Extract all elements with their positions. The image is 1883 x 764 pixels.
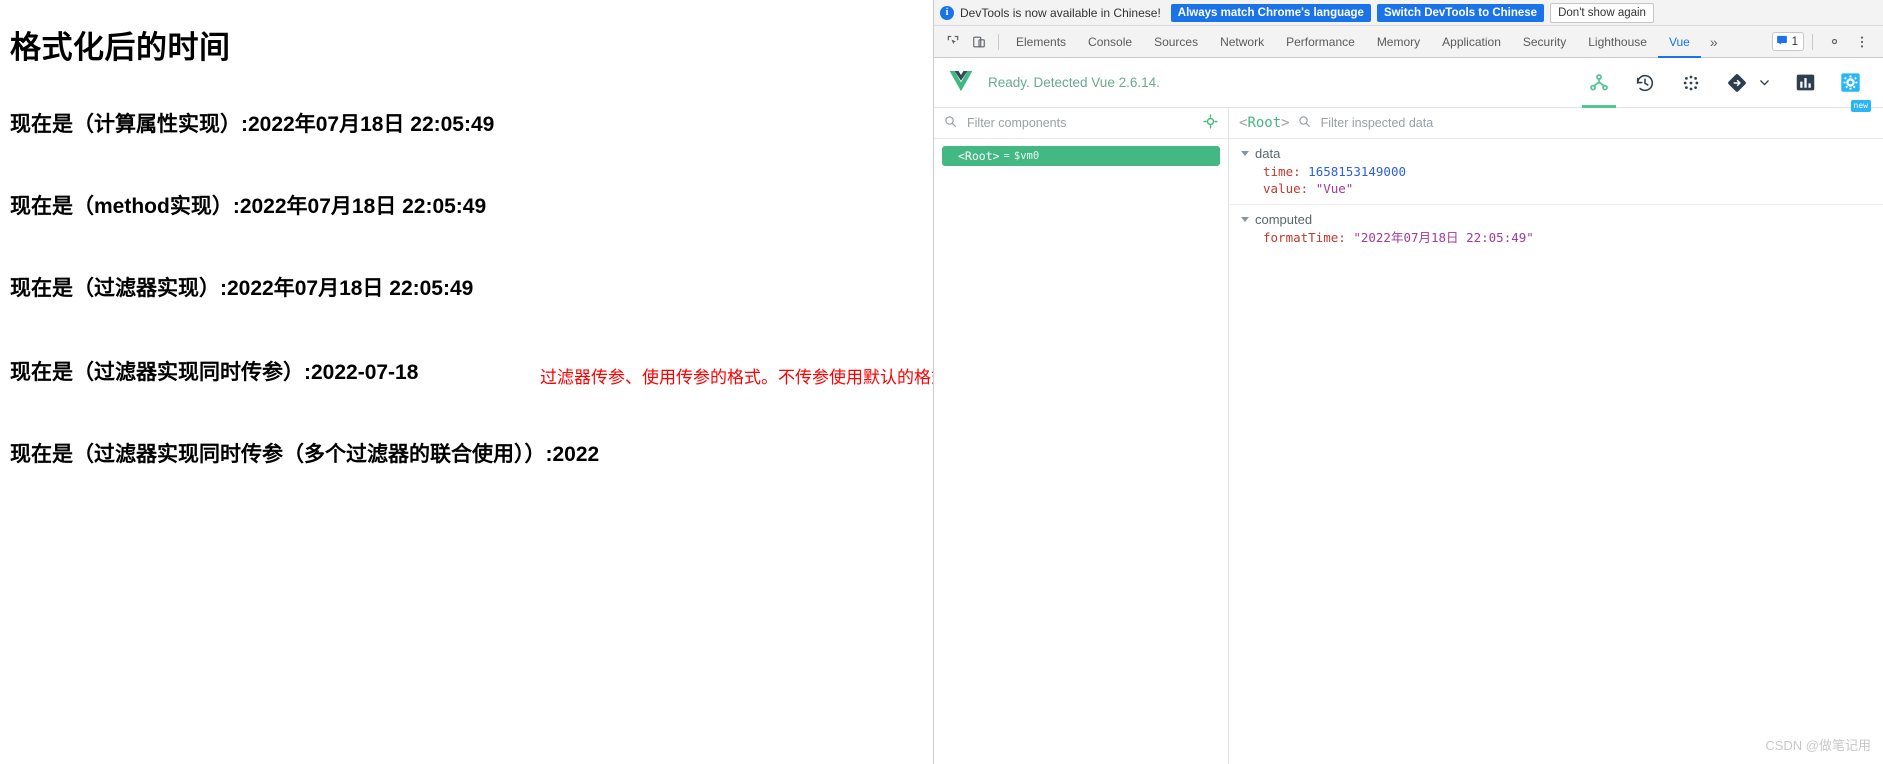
tree-node-tag: <Root> xyxy=(958,149,1000,163)
settings-gear-icon[interactable]: new xyxy=(1840,58,1871,112)
vue-status-text: Ready. Detected Vue 2.6.14. xyxy=(988,75,1160,90)
state-group-data-header[interactable]: data xyxy=(1229,144,1883,163)
component-filter-row xyxy=(934,108,1228,139)
component-tree-list: <Root> = $vm0 xyxy=(934,139,1228,764)
tab-network[interactable]: Network xyxy=(1209,26,1275,58)
component-filter-input[interactable] xyxy=(965,115,1195,131)
inspector-pane: <Root> data time: 1658153149000 xyxy=(1229,108,1883,764)
toolbar-divider-right xyxy=(1812,33,1813,50)
chrome-devtools-panel: i DevTools is now available in Chinese! … xyxy=(933,0,1883,764)
state-key-value: value xyxy=(1263,181,1301,196)
message-icon xyxy=(1776,34,1788,49)
devtools-language-notification: i DevTools is now available in Chinese! … xyxy=(934,0,1883,26)
tab-lighthouse[interactable]: Lighthouse xyxy=(1577,26,1658,58)
vue-devtools-body: <Root> = $vm0 <Root> data xyxy=(934,108,1883,764)
devtools-toolbar: Elements Console Sources Network Perform… xyxy=(934,26,1883,58)
new-badge: new xyxy=(1850,99,1871,112)
message-count-badge[interactable]: 1 xyxy=(1771,32,1804,51)
state-group-computed-label: computed xyxy=(1255,212,1313,227)
state-value-time: 1658153149000 xyxy=(1308,164,1407,179)
routing-icon[interactable] xyxy=(1726,58,1771,108)
result-line-computed: 现在是（计算属性实现）:2022年07月18日 22:05:49 xyxy=(10,113,495,136)
always-match-chrome-language-button[interactable]: Always match Chrome's language xyxy=(1170,3,1371,22)
message-count: 1 xyxy=(1791,35,1798,48)
kebab-menu-icon[interactable] xyxy=(1849,29,1875,55)
tree-node-vm: $vm0 xyxy=(1013,150,1040,162)
red-annotation-note: 过滤器传参、使用传参的格式。不传参使用默认的格式 xyxy=(540,368,933,387)
device-toolbar-icon[interactable] xyxy=(966,29,992,55)
tab-console[interactable]: Console xyxy=(1077,26,1143,58)
select-in-page-icon[interactable] xyxy=(1203,114,1218,132)
tab-application[interactable]: Application xyxy=(1431,26,1512,58)
state-value-value: "Vue" xyxy=(1315,181,1354,196)
state-value-formattime: "2022年07月18日 22:05:49" xyxy=(1353,230,1534,245)
chevron-double-right-icon[interactable]: » xyxy=(1701,34,1727,50)
inspected-data-filter-input[interactable] xyxy=(1318,115,1873,131)
state-key-time: time xyxy=(1263,164,1294,179)
page-title: 格式化后的时间 xyxy=(10,30,231,65)
caret-down-icon xyxy=(1241,151,1249,156)
search-icon xyxy=(1298,115,1311,131)
tab-sources[interactable]: Sources xyxy=(1143,26,1209,58)
state-row-formattime[interactable]: formatTime: "2022年07月18日 22:05:49" xyxy=(1229,229,1883,246)
tab-vue[interactable]: Vue xyxy=(1658,26,1701,58)
state-group-data: data time: 1658153149000 value: "Vue" xyxy=(1229,139,1883,205)
result-line-filter: 现在是（过滤器实现）:2022年07月18日 22:05:49 xyxy=(10,277,474,300)
vue-devtools-header: Ready. Detected Vue 2.6.14. new xyxy=(934,58,1883,112)
inspector-header: <Root> xyxy=(1229,108,1883,139)
state-row-value[interactable]: value: "Vue" xyxy=(1229,180,1883,197)
inspector-state-list: data time: 1658153149000 value: "Vue" co… xyxy=(1229,139,1883,764)
search-icon xyxy=(944,115,957,131)
rendered-web-page: 格式化后的时间 现在是（计算属性实现）:2022年07月18日 22:05:49… xyxy=(0,0,933,764)
state-group-computed: computed formatTime: "2022年07月18日 22:05:… xyxy=(1229,205,1883,253)
devtools-tab-list: Elements Console Sources Network Perform… xyxy=(1005,26,1727,58)
toolbar-divider xyxy=(998,33,999,50)
vue-action-bar: new xyxy=(1582,58,1871,112)
state-group-computed-header[interactable]: computed xyxy=(1229,210,1883,229)
tab-security[interactable]: Security xyxy=(1512,26,1577,58)
tab-elements[interactable]: Elements xyxy=(1005,26,1077,58)
components-tree-icon[interactable] xyxy=(1582,58,1616,108)
result-line-filter-chained: 现在是（过滤器实现同时传参（多个过滤器的联合使用））:2022 xyxy=(10,443,600,466)
tree-node-equals: = xyxy=(1003,150,1010,162)
result-line-method: 现在是（method实现）:2022年07月18日 22:05:49 xyxy=(10,195,487,218)
state-row-time[interactable]: time: 1658153149000 xyxy=(1229,163,1883,180)
state-group-data-label: data xyxy=(1255,146,1281,161)
caret-down-icon xyxy=(1241,217,1249,222)
vue-logo-icon xyxy=(948,70,974,96)
csdn-watermark: CSDN @做笔记用 xyxy=(1765,738,1871,753)
tree-node-root[interactable]: <Root> = $vm0 xyxy=(942,146,1220,166)
state-key-formattime: formatTime xyxy=(1263,230,1339,245)
inspect-element-icon[interactable] xyxy=(940,29,966,55)
devtools-toolbar-right: 1 xyxy=(1771,29,1877,55)
switch-devtools-to-chinese-button[interactable]: Switch DevTools to Chinese xyxy=(1376,3,1545,22)
chevron-down-icon[interactable] xyxy=(1758,76,1771,89)
timeline-history-icon[interactable] xyxy=(1634,58,1656,108)
notification-message: DevTools is now available in Chinese! xyxy=(960,5,1161,20)
performance-icon[interactable] xyxy=(1795,58,1816,108)
tab-memory[interactable]: Memory xyxy=(1366,26,1431,58)
dont-show-again-button[interactable]: Don't show again xyxy=(1550,2,1654,23)
tab-performance[interactable]: Performance xyxy=(1275,26,1366,58)
component-tree-pane: <Root> = $vm0 xyxy=(934,108,1229,764)
inspected-component-name: Root xyxy=(1247,115,1282,131)
vuex-icon[interactable] xyxy=(1680,58,1702,108)
info-icon: i xyxy=(940,5,954,20)
gear-icon[interactable] xyxy=(1821,29,1847,55)
inspected-component-label: <Root> xyxy=(1239,115,1290,131)
